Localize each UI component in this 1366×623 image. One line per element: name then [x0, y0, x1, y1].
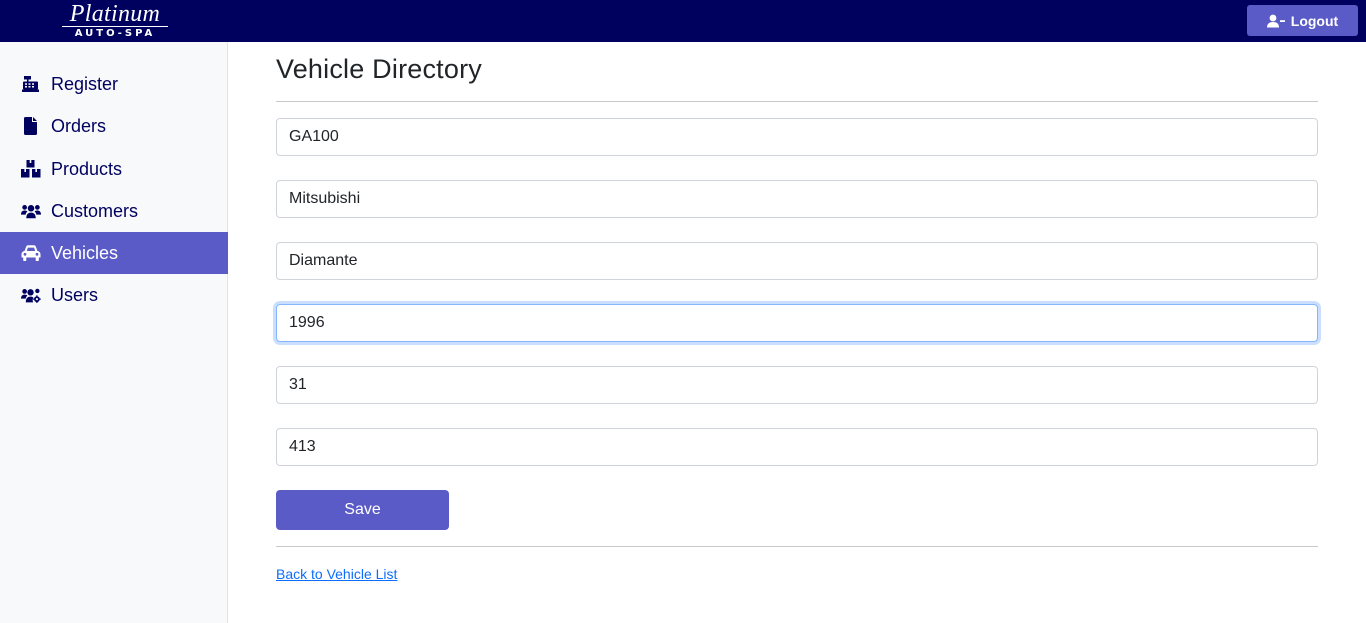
sidebar: Register Orders Products Customers Vehic… — [0, 42, 228, 623]
file-icon — [21, 116, 41, 136]
vehicle-field-6[interactable] — [276, 428, 1318, 466]
vehicle-field-4[interactable] — [276, 304, 1318, 342]
back-to-vehicle-list-link[interactable]: Back to Vehicle List — [276, 566, 397, 582]
sidebar-item-label: Customers — [51, 200, 139, 221]
users-cog-icon — [21, 285, 41, 305]
sidebar-item-users[interactable]: Users — [0, 274, 228, 316]
sidebar-item-label: Register — [51, 73, 119, 94]
user-minus-icon — [1266, 14, 1285, 28]
save-button[interactable]: Save — [276, 490, 449, 530]
sidebar-item-products[interactable]: Products — [0, 148, 228, 190]
sidebar-item-customers[interactable]: Customers — [0, 190, 228, 232]
brand-logo[interactable]: Platinum AUTO-SPA — [62, 2, 168, 40]
sidebar-item-label: Orders — [51, 115, 107, 136]
sidebar-item-vehicles[interactable]: Vehicles — [0, 232, 228, 274]
vehicle-field-3[interactable] — [276, 242, 1318, 280]
boxes-icon — [21, 159, 41, 179]
sidebar-item-orders[interactable]: Orders — [0, 105, 228, 147]
top-navbar: Platinum AUTO-SPA Logout — [0, 0, 1366, 42]
divider — [276, 546, 1318, 547]
logout-button[interactable]: Logout — [1247, 5, 1358, 36]
sidebar-item-label: Users — [51, 284, 99, 305]
vehicle-field-2[interactable] — [276, 180, 1318, 218]
car-icon — [21, 243, 41, 263]
logout-label: Logout — [1290, 12, 1339, 29]
sidebar-item-register[interactable]: Register — [0, 63, 228, 105]
vehicle-field-5[interactable] — [276, 366, 1318, 404]
vehicle-field-1[interactable] — [276, 118, 1318, 156]
cash-register-icon — [21, 74, 41, 94]
logo-sub-text: AUTO-SPA — [74, 28, 156, 39]
sidebar-item-label: Products — [51, 158, 123, 179]
sidebar-item-label: Vehicles — [51, 242, 119, 263]
divider — [276, 101, 1318, 102]
logo-script-text: Platinum — [62, 2, 168, 27]
page-title: Vehicle Directory — [276, 54, 482, 84]
users-icon — [21, 201, 41, 221]
